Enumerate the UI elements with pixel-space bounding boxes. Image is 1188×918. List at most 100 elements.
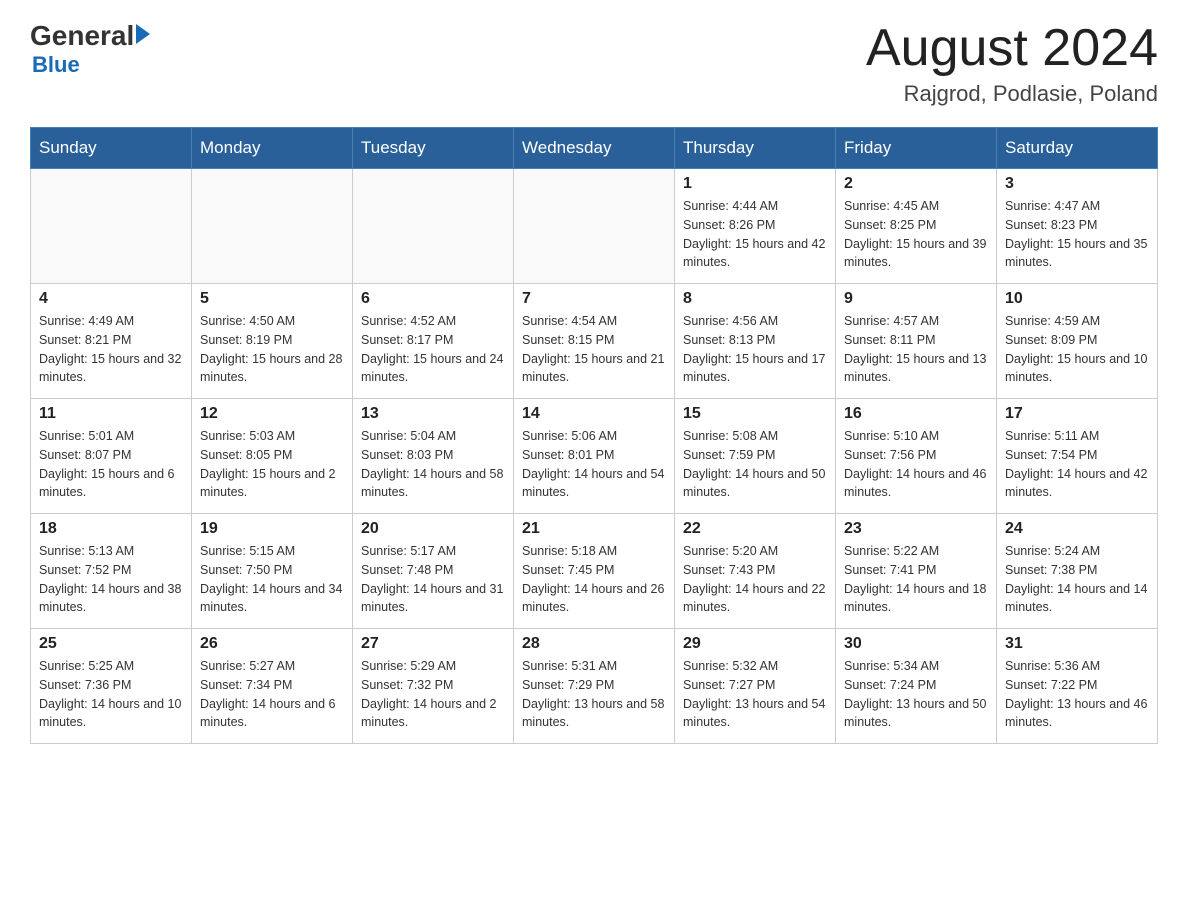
calendar-cell: 13 Sunrise: 5:04 AMSunset: 8:03 PMDayligh… [353, 399, 514, 514]
day-info: Sunrise: 5:24 AMSunset: 7:38 PMDaylight:… [1005, 542, 1149, 617]
calendar-cell: 31 Sunrise: 5:36 AMSunset: 7:22 PMDayligh… [997, 629, 1158, 744]
day-number: 22 [683, 520, 827, 538]
day-number: 14 [522, 405, 666, 423]
calendar-cell: 17 Sunrise: 5:11 AMSunset: 7:54 PMDayligh… [997, 399, 1158, 514]
calendar-cell: 30 Sunrise: 5:34 AMSunset: 7:24 PMDayligh… [836, 629, 997, 744]
day-info: Sunrise: 5:06 AMSunset: 8:01 PMDaylight:… [522, 427, 666, 502]
day-number: 24 [1005, 520, 1149, 538]
day-number: 9 [844, 290, 988, 308]
day-of-week-header: Saturday [997, 128, 1158, 169]
day-number: 29 [683, 635, 827, 653]
day-number: 20 [361, 520, 505, 538]
day-number: 27 [361, 635, 505, 653]
logo-text-blue: Blue [32, 52, 150, 78]
day-number: 23 [844, 520, 988, 538]
day-info: Sunrise: 4:45 AMSunset: 8:25 PMDaylight:… [844, 197, 988, 272]
week-row: 11 Sunrise: 5:01 AMSunset: 8:07 PMDayligh… [31, 399, 1158, 514]
day-info: Sunrise: 4:49 AMSunset: 8:21 PMDaylight:… [39, 312, 183, 387]
day-number: 25 [39, 635, 183, 653]
day-info: Sunrise: 5:04 AMSunset: 8:03 PMDaylight:… [361, 427, 505, 502]
day-info: Sunrise: 4:47 AMSunset: 8:23 PMDaylight:… [1005, 197, 1149, 272]
week-row: 18Sunrise: 5:13 AMSunset: 7:52 PMDayligh… [31, 514, 1158, 629]
calendar-cell: 8Sunrise: 4:56 AMSunset: 8:13 PMDaylight… [675, 284, 836, 399]
page-header: General Blue August 2024 Rajgrod, Podlas… [30, 20, 1158, 107]
month-title: August 2024 [866, 20, 1158, 77]
week-row: 1Sunrise: 4:44 AMSunset: 8:26 PMDaylight… [31, 169, 1158, 284]
day-info: Sunrise: 5:17 AMSunset: 7:48 PMDaylight:… [361, 542, 505, 617]
day-info: Sunrise: 5:31 AMSunset: 7:29 PMDaylight:… [522, 657, 666, 732]
calendar-cell: 12Sunrise: 5:03 AMSunset: 8:05 PMDayligh… [192, 399, 353, 514]
calendar-cell: 23 Sunrise: 5:22 AMSunset: 7:41 PMDayligh… [836, 514, 997, 629]
day-number: 30 [844, 635, 988, 653]
day-of-week-header: Thursday [675, 128, 836, 169]
calendar-cell: 9 Sunrise: 4:57 AMSunset: 8:11 PMDaylight… [836, 284, 997, 399]
day-number: 11 [39, 405, 183, 423]
calendar-cell: 20 Sunrise: 5:17 AMSunset: 7:48 PMDayligh… [353, 514, 514, 629]
day-number: 6 [361, 290, 505, 308]
calendar-cell: 25 Sunrise: 5:25 AMSunset: 7:36 PMDayligh… [31, 629, 192, 744]
calendar-cell: 26Sunrise: 5:27 AMSunset: 7:34 PMDayligh… [192, 629, 353, 744]
calendar-cell: 22 Sunrise: 5:20 AMSunset: 7:43 PMDayligh… [675, 514, 836, 629]
calendar-cell: 1Sunrise: 4:44 AMSunset: 8:26 PMDaylight… [675, 169, 836, 284]
day-number: 10 [1005, 290, 1149, 308]
day-info: Sunrise: 4:50 AMSunset: 8:19 PMDaylight:… [200, 312, 344, 387]
day-of-week-header: Monday [192, 128, 353, 169]
day-info: Sunrise: 5:22 AMSunset: 7:41 PMDaylight:… [844, 542, 988, 617]
day-number: 31 [1005, 635, 1149, 653]
logo-arrow-icon [136, 24, 150, 44]
day-info: Sunrise: 5:20 AMSunset: 7:43 PMDaylight:… [683, 542, 827, 617]
day-info: Sunrise: 4:52 AMSunset: 8:17 PMDaylight:… [361, 312, 505, 387]
calendar-cell [192, 169, 353, 284]
calendar-cell: 6 Sunrise: 4:52 AMSunset: 8:17 PMDaylight… [353, 284, 514, 399]
week-row: 25 Sunrise: 5:25 AMSunset: 7:36 PMDayligh… [31, 629, 1158, 744]
day-number: 4 [39, 290, 183, 308]
calendar-header-row: SundayMondayTuesdayWednesdayThursdayFrid… [31, 128, 1158, 169]
day-info: Sunrise: 5:36 AMSunset: 7:22 PMDaylight:… [1005, 657, 1149, 732]
day-number: 7 [522, 290, 666, 308]
day-number: 13 [361, 405, 505, 423]
day-info: Sunrise: 4:54 AMSunset: 8:15 PMDaylight:… [522, 312, 666, 387]
day-number: 21 [522, 520, 666, 538]
calendar-cell: 3 Sunrise: 4:47 AMSunset: 8:23 PMDaylight… [997, 169, 1158, 284]
calendar-cell [31, 169, 192, 284]
day-number: 5 [200, 290, 344, 308]
day-of-week-header: Sunday [31, 128, 192, 169]
title-section: August 2024 Rajgrod, Podlasie, Poland [866, 20, 1158, 107]
calendar-cell [353, 169, 514, 284]
day-info: Sunrise: 5:25 AMSunset: 7:36 PMDaylight:… [39, 657, 183, 732]
day-number: 17 [1005, 405, 1149, 423]
day-number: 28 [522, 635, 666, 653]
day-number: 8 [683, 290, 827, 308]
day-info: Sunrise: 4:44 AMSunset: 8:26 PMDaylight:… [683, 197, 827, 272]
day-info: Sunrise: 5:11 AMSunset: 7:54 PMDaylight:… [1005, 427, 1149, 502]
calendar-cell: 14 Sunrise: 5:06 AMSunset: 8:01 PMDayligh… [514, 399, 675, 514]
location-title: Rajgrod, Podlasie, Poland [866, 81, 1158, 107]
day-info: Sunrise: 5:01 AMSunset: 8:07 PMDaylight:… [39, 427, 183, 502]
day-info: Sunrise: 4:59 AMSunset: 8:09 PMDaylight:… [1005, 312, 1149, 387]
day-number: 3 [1005, 175, 1149, 193]
calendar-cell: 28 Sunrise: 5:31 AMSunset: 7:29 PMDayligh… [514, 629, 675, 744]
calendar-cell: 16Sunrise: 5:10 AMSunset: 7:56 PMDayligh… [836, 399, 997, 514]
day-info: Sunrise: 4:57 AMSunset: 8:11 PMDaylight:… [844, 312, 988, 387]
week-row: 4 Sunrise: 4:49 AMSunset: 8:21 PMDaylight… [31, 284, 1158, 399]
calendar-cell: 21Sunrise: 5:18 AMSunset: 7:45 PMDayligh… [514, 514, 675, 629]
calendar-cell: 19Sunrise: 5:15 AMSunset: 7:50 PMDayligh… [192, 514, 353, 629]
day-info: Sunrise: 5:34 AMSunset: 7:24 PMDaylight:… [844, 657, 988, 732]
calendar-cell: 15Sunrise: 5:08 AMSunset: 7:59 PMDayligh… [675, 399, 836, 514]
day-of-week-header: Tuesday [353, 128, 514, 169]
calendar-cell: 18Sunrise: 5:13 AMSunset: 7:52 PMDayligh… [31, 514, 192, 629]
calendar-cell: 4 Sunrise: 4:49 AMSunset: 8:21 PMDaylight… [31, 284, 192, 399]
day-number: 18 [39, 520, 183, 538]
day-info: Sunrise: 5:32 AMSunset: 7:27 PMDaylight:… [683, 657, 827, 732]
calendar-cell: 11 Sunrise: 5:01 AMSunset: 8:07 PMDayligh… [31, 399, 192, 514]
calendar-cell: 27Sunrise: 5:29 AMSunset: 7:32 PMDayligh… [353, 629, 514, 744]
calendar-table: SundayMondayTuesdayWednesdayThursdayFrid… [30, 127, 1158, 744]
calendar-cell: 2Sunrise: 4:45 AMSunset: 8:25 PMDaylight… [836, 169, 997, 284]
day-number: 19 [200, 520, 344, 538]
calendar-cell [514, 169, 675, 284]
calendar-cell: 7 Sunrise: 4:54 AMSunset: 8:15 PMDaylight… [514, 284, 675, 399]
calendar-cell: 29 Sunrise: 5:32 AMSunset: 7:27 PMDayligh… [675, 629, 836, 744]
calendar-cell: 24 Sunrise: 5:24 AMSunset: 7:38 PMDayligh… [997, 514, 1158, 629]
day-of-week-header: Friday [836, 128, 997, 169]
day-number: 16 [844, 405, 988, 423]
